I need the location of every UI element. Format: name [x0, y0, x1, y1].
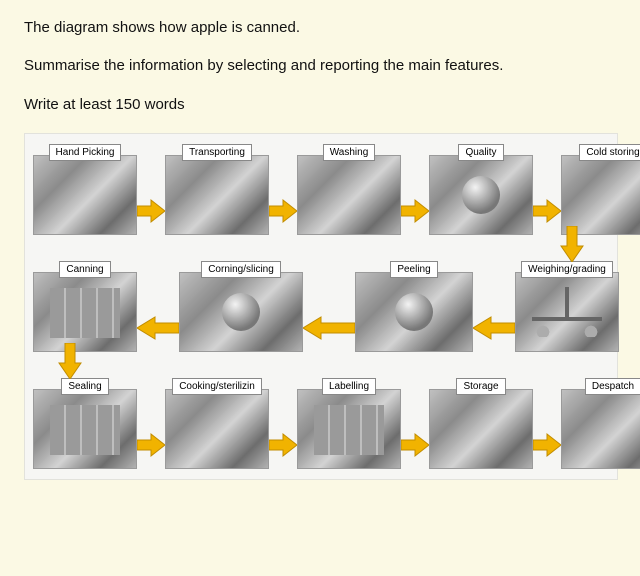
- arrow-right-icon: [401, 400, 429, 491]
- prompt-line-3: Write at least 150 words: [24, 95, 616, 115]
- arrow-down-icon: [57, 343, 83, 384]
- step-image: [33, 389, 137, 469]
- step-label: Peeling: [390, 261, 437, 278]
- step-image: [355, 272, 473, 352]
- arrow-right-icon: [269, 400, 297, 491]
- process-row-3: Sealing Cooking/sterilizin Labelling Sto…: [33, 378, 609, 469]
- step-image: [561, 155, 640, 235]
- arrow-right-icon: [533, 400, 561, 491]
- step-image: [561, 389, 640, 469]
- prompt-line-1: The diagram shows how apple is canned.: [24, 18, 616, 38]
- arrow-left-icon: [473, 283, 515, 374]
- step-label: Quality: [458, 144, 503, 161]
- step-image: [297, 155, 401, 235]
- arrow-down-icon: [559, 226, 585, 267]
- step-image: [297, 389, 401, 469]
- step-label: Washing: [323, 144, 376, 161]
- process-row-2: Canning Corning/slicing Peeling Weighing…: [33, 261, 609, 352]
- step-label: Hand Picking: [49, 144, 122, 161]
- step-transporting: Transporting: [165, 144, 269, 235]
- arrow-right-icon: [137, 166, 165, 257]
- step-image: [429, 155, 533, 235]
- arrow-right-icon: [533, 166, 561, 257]
- step-image: [33, 155, 137, 235]
- step-canning: Canning: [33, 261, 137, 352]
- step-cold-storing: Cold storing: [561, 144, 640, 235]
- step-image: [179, 272, 303, 352]
- step-label: Cooking/sterilizin: [172, 378, 262, 395]
- step-image: [33, 272, 137, 352]
- step-labelling: Labelling: [297, 378, 401, 469]
- arrow-right-icon: [137, 400, 165, 491]
- arrow-left-icon: [303, 283, 355, 374]
- step-label: Transporting: [182, 144, 252, 161]
- step-image: [165, 389, 269, 469]
- step-label: Storage: [456, 378, 505, 395]
- step-storage: Storage: [429, 378, 533, 469]
- step-image: [429, 389, 533, 469]
- step-washing: Washing: [297, 144, 401, 235]
- step-despatch: Despatch: [561, 378, 640, 469]
- step-cooking-sterilizing: Cooking/sterilizin: [165, 378, 269, 469]
- step-peeling: Peeling: [355, 261, 473, 352]
- arrow-right-icon: [401, 166, 429, 257]
- step-weighing-grading: Weighing/grading: [515, 261, 619, 352]
- step-quality: Quality: [429, 144, 533, 235]
- step-label: Cold storing: [579, 144, 640, 161]
- arrow-right-icon: [269, 166, 297, 257]
- step-label: Corning/slicing: [201, 261, 281, 278]
- arrow-left-icon: [137, 283, 179, 374]
- process-diagram: Hand Picking Transporting Washing Qualit…: [24, 133, 618, 480]
- step-label: Despatch: [585, 378, 640, 395]
- step-corning-slicing: Corning/slicing: [179, 261, 303, 352]
- step-image: [515, 272, 619, 352]
- step-label: Labelling: [322, 378, 376, 395]
- step-image: [165, 155, 269, 235]
- step-hand-picking: Hand Picking: [33, 144, 137, 235]
- process-row-1: Hand Picking Transporting Washing Qualit…: [33, 144, 609, 235]
- prompt-line-2: Summarise the information by selecting a…: [24, 56, 616, 76]
- step-sealing: Sealing: [33, 378, 137, 469]
- step-label: Canning: [59, 261, 110, 278]
